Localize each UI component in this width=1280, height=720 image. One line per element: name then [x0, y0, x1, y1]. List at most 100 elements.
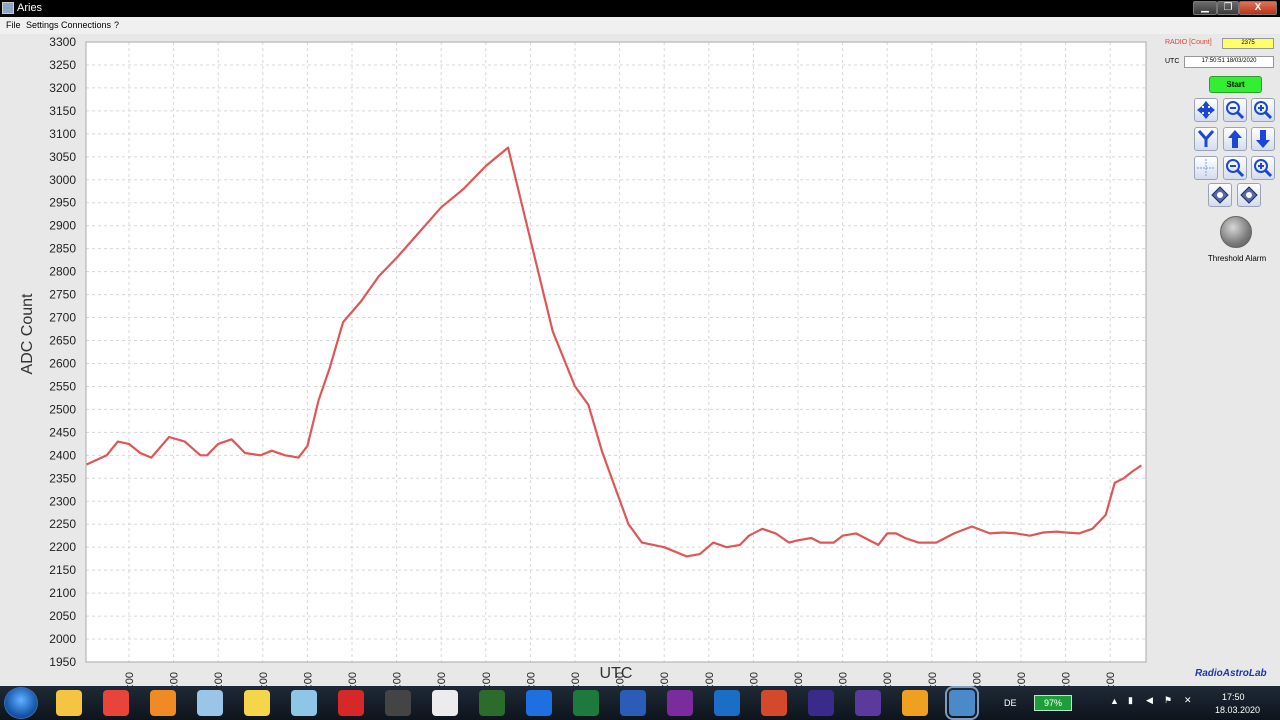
media-player-icon[interactable]	[150, 690, 176, 716]
x-axis-label: UTC	[600, 665, 633, 682]
y-tick-label: 2900	[49, 219, 76, 233]
zoom-in-y-icon[interactable]	[1251, 98, 1275, 122]
radio-telescope-icon[interactable]	[855, 690, 881, 716]
x-tick-label: 23:00	[302, 672, 314, 686]
menu-connections[interactable]: Connections	[61, 20, 111, 30]
adc-chart[interactable]: 1950 2000 2050 2100 2150 2200 2250 2300 2350 2400…	[0, 34, 1152, 686]
video-editor-icon[interactable]	[432, 690, 458, 716]
minimize-button[interactable]: ▁	[1193, 1, 1217, 15]
paint-icon[interactable]	[244, 690, 270, 716]
aries-app-icon	[2, 2, 14, 14]
move-icon[interactable]	[1194, 98, 1218, 122]
windows-start-button[interactable]	[4, 687, 38, 719]
menu-help[interactable]: ?	[114, 20, 119, 30]
y-tick-label: 2100	[49, 586, 76, 600]
x-tick-label: 12:00	[882, 672, 894, 686]
chrome-icon[interactable]	[103, 690, 129, 716]
menu-settings[interactable]: Settings	[26, 20, 59, 30]
vpn-icon[interactable]	[902, 690, 928, 716]
radio-count-value: 2375	[1222, 38, 1274, 49]
snipping-tool-icon[interactable]	[197, 690, 223, 716]
y-tick-label: 2800	[49, 265, 76, 279]
activity-monitor-icon[interactable]	[479, 690, 505, 716]
x-tick-label: 09:00	[748, 672, 760, 686]
teamviewer-icon[interactable]	[526, 690, 552, 716]
x-tick-label: 01:00	[392, 672, 404, 686]
zoom-out-x-icon[interactable]	[1223, 156, 1247, 180]
y-tick-label: 2300	[49, 494, 76, 508]
y-axis-label: ADC Count	[19, 293, 36, 374]
chart-area: 1950 2000 2050 2100 2150 2200 2250 2300 2350 2400…	[0, 34, 1152, 686]
title-bar: Aries ▁ ❐ X	[0, 0, 1280, 17]
antivirus-icon[interactable]: ✕	[1184, 695, 1192, 706]
crosshair-icon[interactable]	[1194, 156, 1218, 180]
microphone-icon[interactable]	[385, 690, 411, 716]
y-autoscale-icon[interactable]	[1194, 127, 1218, 151]
rotate-right-icon[interactable]	[1237, 183, 1261, 207]
outlook-icon[interactable]	[714, 690, 740, 716]
scroll-down-icon[interactable]	[1251, 127, 1275, 151]
y-tick-label: 3050	[49, 150, 76, 164]
y-tick-label: 2000	[49, 632, 76, 646]
explorer-icon[interactable]	[56, 690, 82, 716]
rotate-left-icon[interactable]	[1208, 183, 1232, 207]
x-tick-label: 07:00	[659, 672, 671, 686]
menu-bar: File Settings Connections ?	[0, 17, 1280, 34]
language-indicator[interactable]: DE	[1004, 698, 1017, 708]
clock-date[interactable]: 18.03.2020	[1215, 705, 1260, 715]
maximize-button[interactable]: ❐	[1217, 1, 1239, 15]
y-tick-label: 2250	[49, 517, 76, 531]
word-icon[interactable]	[620, 690, 646, 716]
y-tick-label: 2050	[49, 609, 76, 623]
x-tick-label: 22:00	[258, 672, 270, 686]
y-tick-label: 2750	[49, 288, 76, 302]
side-panel: RADIO [Count] 2375 UTC 17:50:51 18/03/20…	[1152, 34, 1280, 686]
game-icon[interactable]	[338, 690, 364, 716]
menu-file[interactable]: File	[6, 20, 21, 30]
x-tick-label: 00:00	[347, 672, 359, 686]
clock-time[interactable]: 17:50	[1222, 692, 1245, 702]
radioastrolab-logo: RadioAstroLab	[1195, 668, 1267, 679]
x-tick-label: 20:00	[169, 672, 181, 686]
onenote-icon[interactable]	[667, 690, 693, 716]
y-tick-label: 2400	[49, 448, 76, 462]
x-tick-label: 02:00	[436, 672, 448, 686]
start-button[interactable]: Start	[1209, 76, 1262, 93]
x-tick-label: 04:00	[525, 672, 537, 686]
utc-value: 17:50:51 18/03/2020	[1184, 56, 1274, 68]
y-tick-label: 3250	[49, 58, 76, 72]
volume-icon[interactable]: ◀	[1146, 695, 1153, 706]
notes-icon[interactable]	[291, 690, 317, 716]
y-tick-label: 2650	[49, 334, 76, 348]
close-button[interactable]: X	[1239, 1, 1277, 15]
battery-indicator[interactable]: 97%	[1034, 695, 1072, 711]
zoom-in-x-icon[interactable]	[1251, 156, 1275, 180]
network-icon[interactable]: ▮	[1128, 695, 1133, 706]
taskbar: DE 97% ▲ ▮ ◀ ⚑ ✕ 17:50 18.03.2020	[0, 686, 1280, 720]
show-hidden-icons-icon[interactable]: ▲	[1110, 696, 1119, 706]
y-tick-label: 2950	[49, 196, 76, 210]
flag-icon[interactable]: ⚑	[1164, 695, 1172, 706]
y-tick-label: 1950	[49, 655, 76, 669]
threshold-alarm-label: Threshold Alarm	[1207, 254, 1267, 263]
y-tick-label: 2550	[49, 379, 76, 393]
stellarium-icon[interactable]	[808, 690, 834, 716]
window-title: Aries	[17, 2, 43, 14]
y-tick-label: 2850	[49, 242, 76, 256]
x-tick-label: 16:00	[1061, 672, 1073, 686]
powerpoint-icon[interactable]	[761, 690, 787, 716]
excel-icon[interactable]	[573, 690, 599, 716]
y-tick-label: 2150	[49, 563, 76, 577]
x-tick-label: 05:00	[570, 672, 582, 686]
plot-background	[86, 42, 1146, 662]
x-tick-label: 08:00	[704, 672, 716, 686]
x-tick-label: 19:00	[124, 672, 136, 686]
aries-icon[interactable]	[945, 686, 979, 720]
y-tick-label: 2700	[49, 311, 76, 325]
system-tray: DE 97% ▲ ▮ ◀ ⚑ ✕ 17:50 18.03.2020	[1000, 686, 1280, 720]
zoom-out-y-icon[interactable]	[1223, 98, 1247, 122]
radio-count-label: RADIO [Count]	[1165, 39, 1212, 46]
x-tick-label: 11:00	[838, 672, 850, 686]
scroll-up-icon[interactable]	[1223, 127, 1247, 151]
utc-label: UTC	[1165, 58, 1180, 65]
